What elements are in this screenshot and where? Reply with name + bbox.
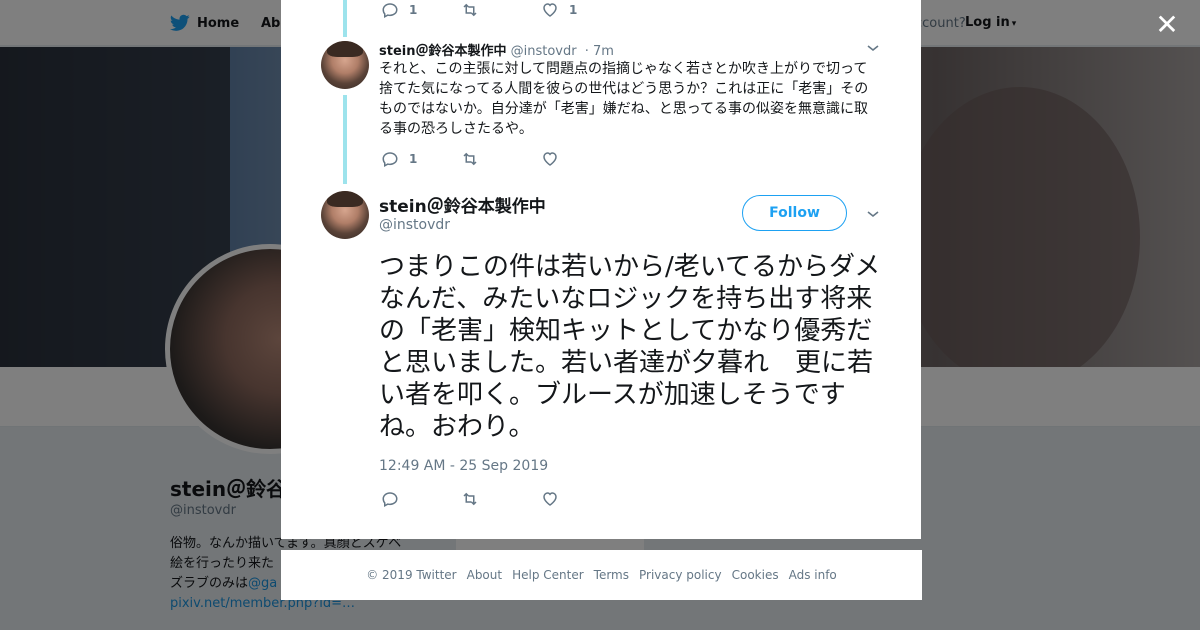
tweet-text: つまりこの件は若いから/老いてるからダメなんだ、みたいなロジックを持ち出す将来の…	[379, 252, 881, 442]
tweet-menu-caret[interactable]	[865, 206, 881, 222]
retweet-icon	[463, 3, 477, 17]
chevron-down-icon	[867, 211, 879, 218]
tweet-author-name[interactable]: stein＠鈴谷本製作中	[379, 192, 546, 217]
tweet-header: stein＠鈴谷本製作中 @instovdr · 7m	[379, 40, 614, 59]
tweet-date[interactable]: 12:49 AM - 25 Sep 2019	[379, 458, 548, 474]
tweet-author-handle[interactable]: @instovdr	[511, 44, 577, 59]
retweet-button[interactable]	[461, 490, 541, 508]
tweet-menu-caret[interactable]	[865, 40, 881, 56]
footer-link-ads-info[interactable]: Ads info	[789, 568, 837, 582]
reply-count: 1	[409, 152, 418, 166]
reply-count: 1	[409, 3, 418, 17]
reply-button[interactable]: 1	[381, 150, 461, 168]
reply-icon	[382, 3, 398, 19]
heart-icon	[543, 492, 557, 506]
thread-line	[343, 0, 347, 37]
retweet-icon	[463, 152, 477, 166]
tweet-author-name[interactable]: stein＠鈴谷本製作中	[379, 44, 506, 59]
retweet-icon	[463, 492, 477, 506]
tweet-avatar[interactable]	[321, 41, 369, 89]
thread-line	[343, 95, 347, 184]
reply-icon	[382, 152, 398, 168]
footer-link-about[interactable]: About	[467, 568, 502, 582]
heart-icon	[543, 3, 557, 17]
like-count: 1	[569, 3, 578, 17]
tweet-author-handle[interactable]: @instovdr	[379, 217, 450, 233]
reply-icon	[382, 492, 398, 508]
heart-icon	[543, 152, 557, 166]
tweet-text: それと、この主張に対して問題点の指摘じゃなく若さとか吹き上がりで切って捨てた気に…	[379, 61, 869, 137]
like-button[interactable]	[541, 490, 559, 508]
tweet-actions: 1 1	[381, 1, 577, 19]
reply-button[interactable]	[381, 490, 461, 508]
footer-link-privacy[interactable]: Privacy policy	[639, 568, 722, 582]
tweet-modal: 1 1 stein＠鈴谷本製作中 @instovdr · 7m それと、この主張…	[281, 0, 921, 539]
footer-link-help-center[interactable]: Help Center	[512, 568, 584, 582]
like-button[interactable]: 1	[541, 1, 577, 19]
tweet-avatar[interactable]	[321, 191, 369, 239]
footer-copyright: © 2019 Twitter	[366, 568, 457, 582]
modal-footer: © 2019 Twitter About Help Center Terms P…	[281, 550, 922, 600]
retweet-button[interactable]	[461, 1, 541, 19]
chevron-down-icon	[867, 45, 879, 52]
tweet-actions: 1	[381, 150, 559, 168]
footer-link-terms[interactable]: Terms	[594, 568, 629, 582]
tweet-timestamp[interactable]: · 7m	[585, 44, 614, 59]
tweet-actions	[381, 490, 559, 508]
footer-link-cookies[interactable]: Cookies	[732, 568, 779, 582]
close-icon[interactable]: ✕	[1154, 11, 1180, 39]
follow-button[interactable]: Follow	[742, 195, 847, 231]
reply-button[interactable]: 1	[381, 1, 461, 19]
like-button[interactable]	[541, 150, 559, 168]
retweet-button[interactable]	[461, 150, 541, 168]
